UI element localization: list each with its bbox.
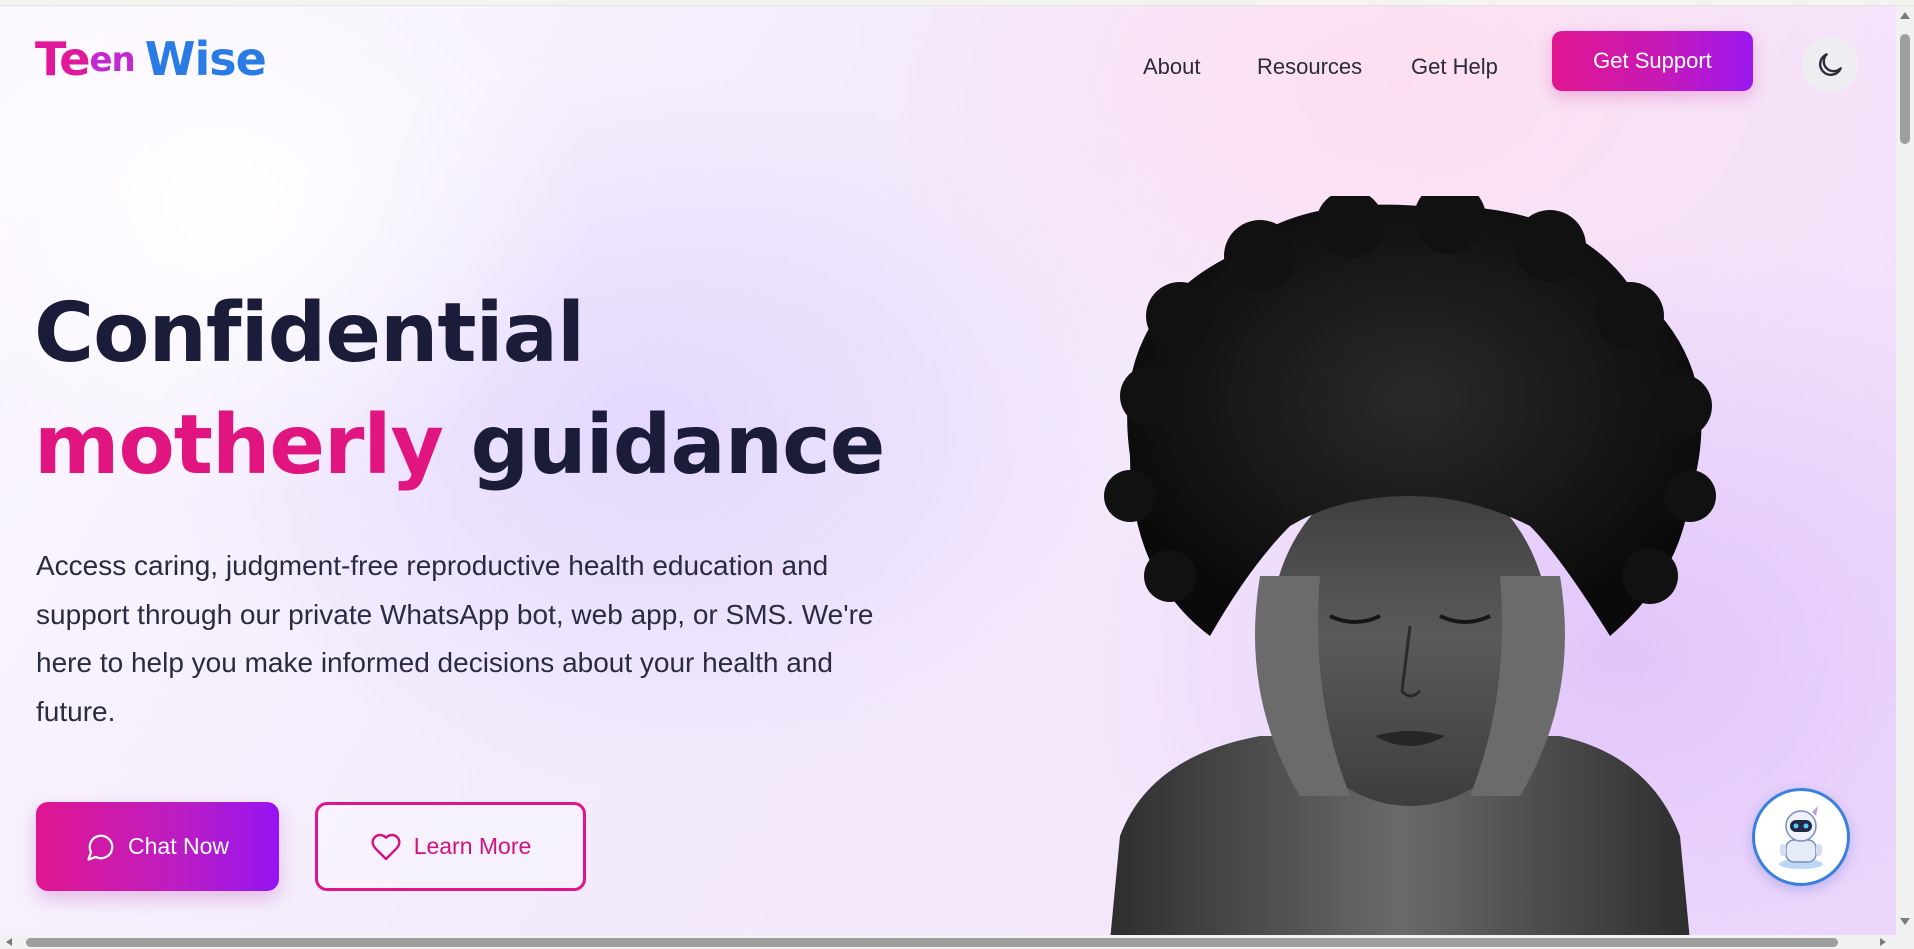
scroll-down-arrow-icon[interactable] — [1900, 918, 1910, 925]
get-support-button[interactable]: Get Support — [1552, 31, 1753, 91]
nav-link-get-help[interactable]: Get Help — [1411, 54, 1498, 80]
theme-toggle-button[interactable] — [1802, 37, 1858, 93]
page-viewport: Te en Wise About Resources Get Help Get … — [0, 6, 1896, 935]
hero-heading: Confidential motherly guidance — [34, 278, 886, 502]
scroll-left-arrow-icon[interactable] — [6, 938, 12, 946]
hero-heading-line1: Confidential — [34, 286, 585, 381]
hero-heading-line2-rest: guidance — [470, 398, 886, 493]
chat-bubble-icon — [87, 834, 114, 861]
chat-now-button[interactable]: Chat Now — [36, 802, 279, 891]
scroll-right-arrow-icon[interactable] — [1880, 938, 1886, 946]
nav-link-about[interactable]: About — [1143, 54, 1201, 80]
moon-icon — [1819, 53, 1842, 76]
horizontal-scroll-thumb[interactable] — [26, 938, 1838, 947]
vertical-scroll-thumb[interactable] — [1900, 34, 1910, 144]
hero-description: Access caring, judgment-free reproductiv… — [36, 550, 874, 727]
learn-more-button[interactable]: Learn More — [315, 802, 586, 891]
nav-link-resources[interactable]: Resources — [1257, 54, 1362, 80]
hero-heading-highlight: motherly — [34, 398, 444, 493]
horizontal-scrollbar[interactable] — [0, 935, 1914, 949]
robot-avatar-icon — [1779, 806, 1823, 869]
heart-icon — [371, 833, 401, 860]
hero-portrait-image — [1104, 196, 1716, 935]
chat-now-label: Chat Now — [128, 833, 229, 859]
scroll-up-arrow-icon[interactable] — [1900, 12, 1910, 19]
learn-more-label: Learn More — [413, 833, 532, 859]
chatbot-launcher[interactable] — [1752, 788, 1850, 886]
vertical-scrollbar[interactable] — [1896, 6, 1914, 935]
